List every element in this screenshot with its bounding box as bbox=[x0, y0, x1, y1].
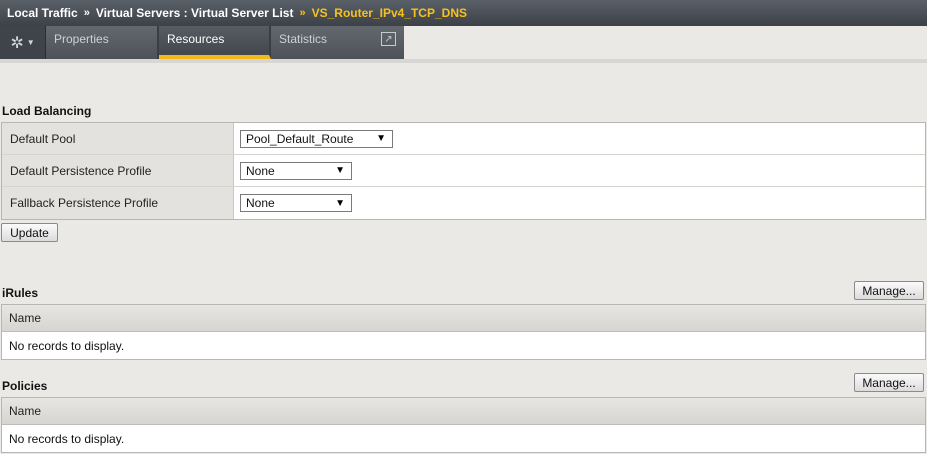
gear-icon: ✲ bbox=[10, 34, 24, 52]
breadcrumb-virtual-server-list[interactable]: Virtual Servers : Virtual Server List bbox=[96, 6, 294, 20]
policies-table: Name No records to display. bbox=[1, 397, 926, 453]
breadcrumb: Local Traffic » Virtual Servers : Virtua… bbox=[0, 0, 927, 26]
policies-empty-row: No records to display. bbox=[9, 431, 125, 446]
tab-properties[interactable]: Properties bbox=[46, 26, 159, 59]
irules-title: iRules bbox=[2, 286, 39, 300]
default-persistence-profile-label: Default Persistence Profile bbox=[2, 155, 234, 186]
fallback-persistence-profile-label: Fallback Persistence Profile bbox=[2, 187, 234, 219]
default-pool-value: Pool_Default_Route bbox=[246, 131, 354, 146]
load-balancing-title: Load Balancing bbox=[2, 104, 92, 118]
irules-table: Name No records to display. bbox=[1, 304, 926, 360]
tab-label: Statistics bbox=[279, 32, 328, 46]
table-row: Default Pool Pool_Default_Route ▼ bbox=[2, 123, 925, 155]
external-link-icon[interactable]: ↗ bbox=[381, 32, 396, 46]
dropdown-arrow-icon: ▼ bbox=[376, 133, 386, 144]
default-pool-select[interactable]: Pool_Default_Route ▼ bbox=[240, 129, 393, 148]
irules-name-column-header[interactable]: Name bbox=[2, 305, 925, 332]
tab-label: Properties bbox=[54, 32, 109, 46]
policies-name-column-header[interactable]: Name bbox=[2, 398, 925, 425]
default-persistence-profile-value: None bbox=[246, 163, 275, 178]
tab-bar: ✲ ▼ Properties Resources Statistics ↗ bbox=[0, 26, 404, 59]
default-persistence-profile-select[interactable]: None ▼ bbox=[240, 161, 352, 180]
update-button[interactable]: Update bbox=[1, 223, 58, 242]
chevron-down-icon: ▼ bbox=[26, 38, 35, 47]
fallback-persistence-profile-select[interactable]: None ▼ bbox=[240, 194, 352, 212]
irules-empty-row: No records to display. bbox=[9, 338, 125, 353]
tab-resources[interactable]: Resources bbox=[159, 26, 271, 59]
table-row: Default Persistence Profile None ▼ bbox=[2, 155, 925, 187]
tab-label: Resources bbox=[167, 32, 225, 46]
policies-manage-button[interactable]: Manage... bbox=[854, 373, 924, 392]
table-row: Fallback Persistence Profile None ▼ bbox=[2, 187, 925, 219]
default-pool-label: Default Pool bbox=[2, 123, 234, 154]
settings-menu-button[interactable]: ✲ ▼ bbox=[0, 26, 46, 59]
breadcrumb-local-traffic[interactable]: Local Traffic bbox=[7, 6, 78, 20]
fallback-persistence-profile-value: None bbox=[246, 196, 275, 210]
tab-statistics[interactable]: Statistics ↗ bbox=[271, 26, 404, 59]
dropdown-arrow-icon: ▼ bbox=[335, 197, 345, 209]
breadcrumb-separator: » bbox=[299, 7, 306, 19]
breadcrumb-separator: » bbox=[83, 7, 90, 19]
policies-title: Policies bbox=[2, 379, 48, 393]
irules-manage-button[interactable]: Manage... bbox=[854, 281, 924, 300]
dropdown-arrow-icon: ▼ bbox=[335, 165, 345, 176]
breadcrumb-current: VS_Router_IPv4_TCP_DNS bbox=[311, 6, 467, 20]
load-balancing-table: Default Pool Pool_Default_Route ▼ Defaul… bbox=[1, 122, 926, 220]
tab-underbar bbox=[0, 59, 927, 63]
